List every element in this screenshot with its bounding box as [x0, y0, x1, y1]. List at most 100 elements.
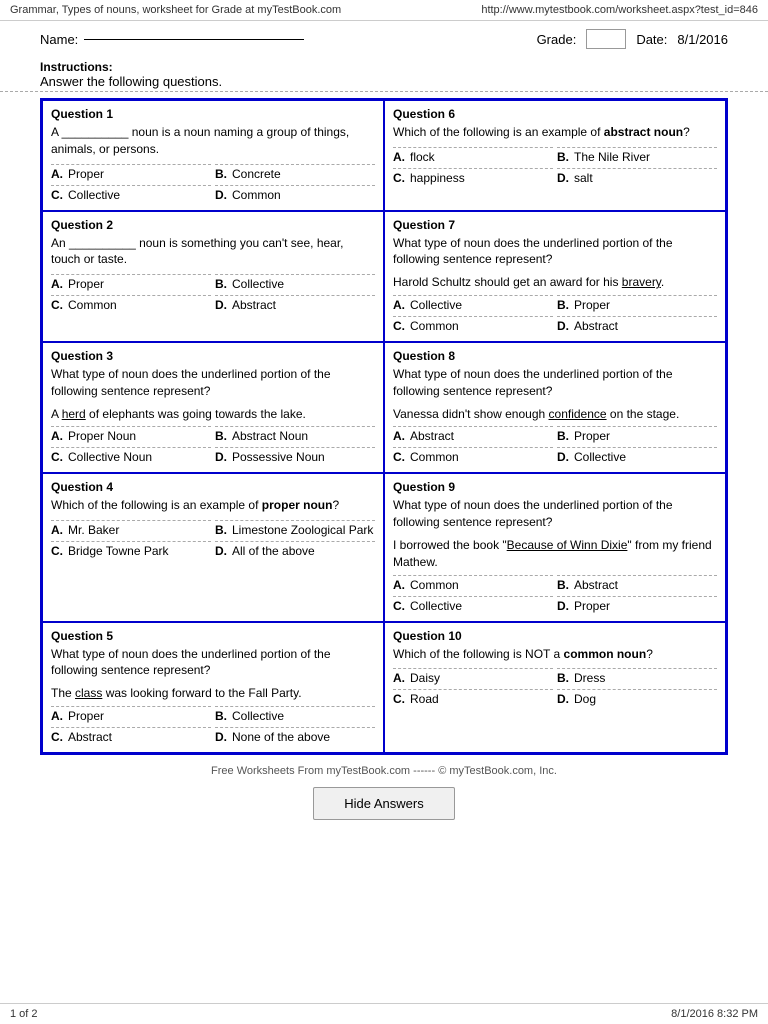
q2-answer-c: C.Common [51, 295, 211, 314]
q3-answer-b: B.Abstract Noun [215, 426, 375, 445]
question-cell-q9: Question 9 What type of noun does the un… [384, 473, 726, 621]
q2-answers: A.Proper B.Collective C.Common D.Abstrac… [51, 274, 375, 314]
top-bar-left: Grammar, Types of nouns, worksheet for G… [10, 4, 341, 16]
q2-number: Question 2 [51, 218, 375, 232]
q6-answers: A.flock B.The Nile River C.happiness D.s… [393, 147, 717, 187]
q8-answer-c: C.Common [393, 447, 553, 466]
q5-answers: A.Proper B.Collective C.Abstract D.None … [51, 706, 375, 746]
q9-text: What type of noun does the underlined po… [393, 497, 717, 531]
q1-answer-b: B.Concrete [215, 164, 375, 183]
q5-number: Question 5 [51, 629, 375, 643]
q8-answer-b: B.Proper [557, 426, 717, 445]
grade-label: Grade: [537, 32, 577, 47]
q9-answers: A.Common B.Abstract C.Collective D.Prope… [393, 575, 717, 615]
question-cell-q4: Question 4 Which of the following is an … [42, 473, 384, 621]
header: Name: Grade: Date: 8/1/2016 [0, 21, 768, 57]
questions-grid: Question 1 A __________ noun is a noun n… [40, 98, 728, 755]
q10-answer-d: D.Dog [557, 689, 717, 708]
question-cell-q3: Question 3 What type of noun does the un… [42, 342, 384, 473]
q7-text: What type of noun does the underlined po… [393, 235, 717, 269]
q9-answer-b: B.Abstract [557, 575, 717, 594]
q2-answer-b: B.Collective [215, 274, 375, 293]
q8-answer-a: A.Abstract [393, 426, 553, 445]
top-bar-right: http://www.mytestbook.com/worksheet.aspx… [481, 4, 758, 16]
q7-answers: A.Collective B.Proper C.Common D.Abstrac… [393, 295, 717, 335]
page-indicator: 1 of 2 [10, 1008, 38, 1020]
q9-number: Question 9 [393, 480, 717, 494]
q6-answer-d: D.salt [557, 168, 717, 187]
q6-answer-c: C.happiness [393, 168, 553, 187]
q5-text: What type of noun does the underlined po… [51, 646, 375, 680]
q3-sentence: A herd of elephants was going towards th… [51, 406, 375, 423]
q10-answers: A.Daisy B.Dress C.Road D.Dog [393, 668, 717, 708]
name-line [84, 39, 304, 40]
q9-answer-d: D.Proper [557, 596, 717, 615]
q3-answer-d: D.Possessive Noun [215, 447, 375, 466]
q6-answer-a: A.flock [393, 147, 553, 166]
q10-answer-b: B.Dress [557, 668, 717, 687]
grade-date: Grade: Date: 8/1/2016 [537, 29, 728, 49]
q3-answer-c: C.Collective Noun [51, 447, 211, 466]
q2-answer-a: A.Proper [51, 274, 211, 293]
q10-answer-c: C.Road [393, 689, 553, 708]
q4-answers: A.Mr. Baker B.Limestone Zoological Park … [51, 520, 375, 560]
question-cell-q6: Question 6 Which of the following is an … [384, 100, 726, 211]
q3-answer-a: A.Proper Noun [51, 426, 211, 445]
q5-answer-c: C.Abstract [51, 727, 211, 746]
q1-number: Question 1 [51, 107, 375, 121]
q4-answer-b: B.Limestone Zoological Park [215, 520, 375, 539]
q7-answer-a: A.Collective [393, 295, 553, 314]
q9-answer-c: C.Collective [393, 596, 553, 615]
q1-text: A __________ noun is a noun naming a gro… [51, 124, 375, 158]
q8-text: What type of noun does the underlined po… [393, 366, 717, 400]
q10-number: Question 10 [393, 629, 717, 643]
q2-text: An __________ noun is something you can'… [51, 235, 375, 269]
q7-answer-c: C.Common [393, 316, 553, 335]
date-value: 8/1/2016 [677, 32, 728, 47]
worksheet: Question 1 A __________ noun is a noun n… [0, 92, 768, 836]
q10-text: Which of the following is NOT a common n… [393, 646, 717, 663]
timestamp: 8/1/2016 8:32 PM [671, 1008, 758, 1020]
q8-answers: A.Abstract B.Proper C.Common D.Collectiv… [393, 426, 717, 466]
question-cell-q5: Question 5 What type of noun does the un… [42, 622, 384, 753]
q8-number: Question 8 [393, 349, 717, 363]
q3-answers: A.Proper Noun B.Abstract Noun C.Collecti… [51, 426, 375, 466]
q9-answer-a: A.Common [393, 575, 553, 594]
q1-answers: A.Proper B.Concrete C.Collective D.Commo… [51, 164, 375, 204]
bottom-bar: 1 of 2 8/1/2016 8:32 PM [0, 1003, 768, 1024]
q6-answer-b: B.The Nile River [557, 147, 717, 166]
question-cell-q1: Question 1 A __________ noun is a noun n… [42, 100, 384, 211]
date-label: Date: [636, 32, 667, 47]
name-field: Name: [40, 32, 304, 47]
q1-answer-c: C.Collective [51, 185, 211, 204]
q6-text: Which of the following is an example of … [393, 124, 717, 141]
q4-answer-a: A.Mr. Baker [51, 520, 211, 539]
q1-answer-a: A.Proper [51, 164, 211, 183]
q1-answer-d: D.Common [215, 185, 375, 204]
q6-number: Question 6 [393, 107, 717, 121]
grade-box [586, 29, 626, 49]
q7-answer-d: D.Abstract [557, 316, 717, 335]
q8-answer-d: D.Collective [557, 447, 717, 466]
q4-number: Question 4 [51, 480, 375, 494]
instructions-text: Answer the following questions. [40, 74, 222, 89]
instructions: Instructions: Answer the following quest… [0, 57, 768, 92]
name-grade-row: Name: Grade: Date: 8/1/2016 [40, 29, 728, 49]
question-cell-q10: Question 10 Which of the following is NO… [384, 622, 726, 753]
q5-answer-a: A.Proper [51, 706, 211, 725]
hide-answers-button[interactable]: Hide Answers [313, 787, 454, 820]
q5-answer-d: D.None of the above [215, 727, 375, 746]
question-cell-q2: Question 2 An __________ noun is somethi… [42, 211, 384, 342]
question-cell-q8: Question 8 What type of noun does the un… [384, 342, 726, 473]
q3-text: What type of noun does the underlined po… [51, 366, 375, 400]
q4-answer-c: C.Bridge Towne Park [51, 541, 211, 560]
q4-text: Which of the following is an example of … [51, 497, 375, 514]
q3-number: Question 3 [51, 349, 375, 363]
question-cell-q7: Question 7 What type of noun does the un… [384, 211, 726, 342]
q4-answer-d: D.All of the above [215, 541, 375, 560]
top-bar: Grammar, Types of nouns, worksheet for G… [0, 0, 768, 21]
q2-answer-d: D.Abstract [215, 295, 375, 314]
instructions-label: Instructions: [40, 60, 113, 74]
q5-answer-b: B.Collective [215, 706, 375, 725]
footer-text: Free Worksheets From myTestBook.com ----… [40, 765, 728, 777]
